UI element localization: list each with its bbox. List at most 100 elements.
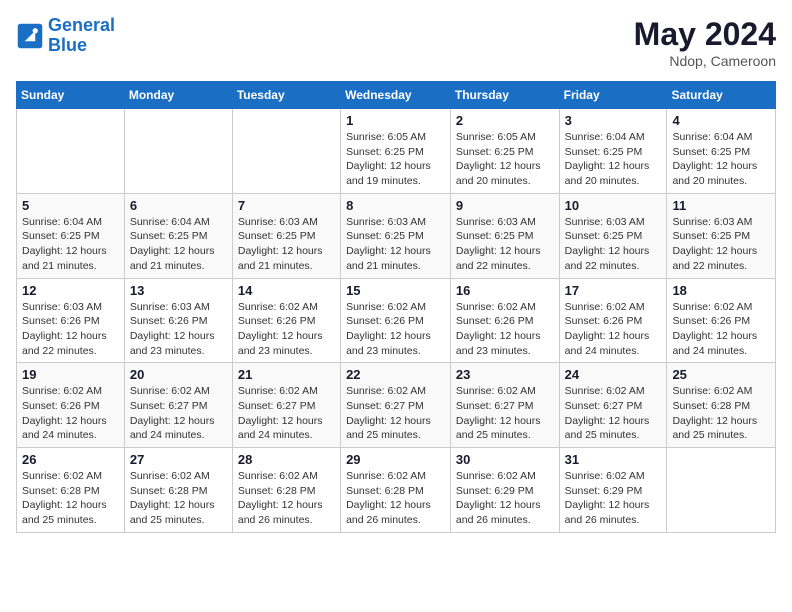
day-info: Sunrise: 6:04 AM Sunset: 6:25 PM Dayligh… xyxy=(672,130,770,189)
day-info: Sunrise: 6:05 AM Sunset: 6:25 PM Dayligh… xyxy=(456,130,554,189)
day-number: 23 xyxy=(456,367,554,382)
day-header-tuesday: Tuesday xyxy=(232,82,340,109)
day-info: Sunrise: 6:03 AM Sunset: 6:25 PM Dayligh… xyxy=(346,215,445,274)
day-number: 6 xyxy=(130,198,227,213)
calendar-cell xyxy=(124,109,232,194)
calendar-cell: 8 Sunrise: 6:03 AM Sunset: 6:25 PM Daylig… xyxy=(341,193,451,278)
calendar-cell: 11 Sunrise: 6:03 AM Sunset: 6:25 PM Dayli… xyxy=(667,193,776,278)
day-number: 29 xyxy=(346,452,445,467)
day-info: Sunrise: 6:02 AM Sunset: 6:28 PM Dayligh… xyxy=(672,384,770,443)
day-info: Sunrise: 6:02 AM Sunset: 6:28 PM Dayligh… xyxy=(130,469,227,528)
calendar-cell: 9Sunrise: 6:03 AM Sunset: 6:25 PM Daylig… xyxy=(450,193,559,278)
calendar-table: SundayMondayTuesdayWednesdayThursdayFrid… xyxy=(16,81,776,533)
day-number: 14 xyxy=(238,283,335,298)
calendar-cell: 30 Sunrise: 6:02 AM Sunset: 6:29 PM Dayli… xyxy=(450,448,559,533)
calendar-cell: 21Sunrise: 6:02 AM Sunset: 6:27 PM Dayli… xyxy=(232,363,340,448)
day-number: 7 xyxy=(238,198,335,213)
calendar-cell xyxy=(667,448,776,533)
day-info: Sunrise: 6:02 AM Sunset: 6:28 PM Dayligh… xyxy=(346,469,445,528)
calendar-cell: 5Sunrise: 6:04 AM Sunset: 6:25 PM Daylig… xyxy=(17,193,125,278)
calendar-cell xyxy=(232,109,340,194)
calendar-cell: 29 Sunrise: 6:02 AM Sunset: 6:28 PM Dayli… xyxy=(341,448,451,533)
calendar-cell: 4 Sunrise: 6:04 AM Sunset: 6:25 PM Daylig… xyxy=(667,109,776,194)
day-info: Sunrise: 6:04 AM Sunset: 6:25 PM Dayligh… xyxy=(565,130,662,189)
day-number: 16 xyxy=(456,283,554,298)
day-info: Sunrise: 6:02 AM Sunset: 6:26 PM Dayligh… xyxy=(238,300,335,359)
day-number: 17 xyxy=(565,283,662,298)
day-number: 30 xyxy=(456,452,554,467)
day-info: Sunrise: 6:02 AM Sunset: 6:29 PM Dayligh… xyxy=(565,469,662,528)
day-info: Sunrise: 6:02 AM Sunset: 6:27 PM Dayligh… xyxy=(456,384,554,443)
day-info: Sunrise: 6:03 AM Sunset: 6:25 PM Dayligh… xyxy=(672,215,770,274)
calendar-cell: 7 Sunrise: 6:03 AM Sunset: 6:25 PM Daylig… xyxy=(232,193,340,278)
calendar-week-row: 12 Sunrise: 6:03 AM Sunset: 6:26 PM Dayli… xyxy=(17,278,776,363)
calendar-cell: 14 Sunrise: 6:02 AM Sunset: 6:26 PM Dayli… xyxy=(232,278,340,363)
day-number: 27 xyxy=(130,452,227,467)
calendar-cell: 22Sunrise: 6:02 AM Sunset: 6:27 PM Dayli… xyxy=(341,363,451,448)
day-number: 2 xyxy=(456,113,554,128)
day-info: Sunrise: 6:02 AM Sunset: 6:27 PM Dayligh… xyxy=(130,384,227,443)
day-header-thursday: Thursday xyxy=(450,82,559,109)
day-info: Sunrise: 6:02 AM Sunset: 6:26 PM Dayligh… xyxy=(22,384,119,443)
day-number: 22 xyxy=(346,367,445,382)
calendar-cell: 31Sunrise: 6:02 AM Sunset: 6:29 PM Dayli… xyxy=(559,448,667,533)
day-number: 12 xyxy=(22,283,119,298)
calendar-cell: 18 Sunrise: 6:02 AM Sunset: 6:26 PM Dayli… xyxy=(667,278,776,363)
day-info: Sunrise: 6:04 AM Sunset: 6:25 PM Dayligh… xyxy=(130,215,227,274)
day-info: Sunrise: 6:03 AM Sunset: 6:25 PM Dayligh… xyxy=(456,215,554,274)
day-header-saturday: Saturday xyxy=(667,82,776,109)
day-number: 4 xyxy=(672,113,770,128)
day-number: 24 xyxy=(565,367,662,382)
calendar-week-row: 5Sunrise: 6:04 AM Sunset: 6:25 PM Daylig… xyxy=(17,193,776,278)
day-number: 1 xyxy=(346,113,445,128)
day-number: 26 xyxy=(22,452,119,467)
calendar-cell: 1 Sunrise: 6:05 AM Sunset: 6:25 PM Daylig… xyxy=(341,109,451,194)
day-info: Sunrise: 6:02 AM Sunset: 6:26 PM Dayligh… xyxy=(456,300,554,359)
day-header-friday: Friday xyxy=(559,82,667,109)
calendar-header-row: SundayMondayTuesdayWednesdayThursdayFrid… xyxy=(17,82,776,109)
day-info: Sunrise: 6:03 AM Sunset: 6:26 PM Dayligh… xyxy=(22,300,119,359)
calendar-cell: 26 Sunrise: 6:02 AM Sunset: 6:28 PM Dayli… xyxy=(17,448,125,533)
day-info: Sunrise: 6:02 AM Sunset: 6:26 PM Dayligh… xyxy=(346,300,445,359)
calendar-cell xyxy=(17,109,125,194)
calendar-week-row: 1 Sunrise: 6:05 AM Sunset: 6:25 PM Daylig… xyxy=(17,109,776,194)
day-number: 8 xyxy=(346,198,445,213)
calendar-cell: 12 Sunrise: 6:03 AM Sunset: 6:26 PM Dayli… xyxy=(17,278,125,363)
day-info: Sunrise: 6:02 AM Sunset: 6:28 PM Dayligh… xyxy=(238,469,335,528)
page-header: General Blue May 2024 Ndop, Cameroon xyxy=(16,16,776,69)
calendar-week-row: 26 Sunrise: 6:02 AM Sunset: 6:28 PM Dayli… xyxy=(17,448,776,533)
day-info: Sunrise: 6:03 AM Sunset: 6:25 PM Dayligh… xyxy=(238,215,335,274)
day-number: 19 xyxy=(22,367,119,382)
day-info: Sunrise: 6:02 AM Sunset: 6:27 PM Dayligh… xyxy=(238,384,335,443)
day-number: 11 xyxy=(672,198,770,213)
calendar-cell: 28 Sunrise: 6:02 AM Sunset: 6:28 PM Dayli… xyxy=(232,448,340,533)
calendar-cell: 20 Sunrise: 6:02 AM Sunset: 6:27 PM Dayli… xyxy=(124,363,232,448)
calendar-cell: 3 Sunrise: 6:04 AM Sunset: 6:25 PM Daylig… xyxy=(559,109,667,194)
day-info: Sunrise: 6:02 AM Sunset: 6:28 PM Dayligh… xyxy=(22,469,119,528)
logo-text: General Blue xyxy=(48,16,115,56)
month-title: May 2024 xyxy=(634,16,776,53)
day-number: 13 xyxy=(130,283,227,298)
calendar-cell: 15 Sunrise: 6:02 AM Sunset: 6:26 PM Dayli… xyxy=(341,278,451,363)
day-info: Sunrise: 6:02 AM Sunset: 6:26 PM Dayligh… xyxy=(672,300,770,359)
day-info: Sunrise: 6:02 AM Sunset: 6:29 PM Dayligh… xyxy=(456,469,554,528)
day-number: 10 xyxy=(565,198,662,213)
day-header-sunday: Sunday xyxy=(17,82,125,109)
calendar-cell: 25 Sunrise: 6:02 AM Sunset: 6:28 PM Dayli… xyxy=(667,363,776,448)
day-number: 20 xyxy=(130,367,227,382)
calendar-cell: 6 Sunrise: 6:04 AM Sunset: 6:25 PM Daylig… xyxy=(124,193,232,278)
calendar-cell: 27 Sunrise: 6:02 AM Sunset: 6:28 PM Dayli… xyxy=(124,448,232,533)
calendar-cell: 13Sunrise: 6:03 AM Sunset: 6:26 PM Dayli… xyxy=(124,278,232,363)
day-number: 3 xyxy=(565,113,662,128)
day-info: Sunrise: 6:05 AM Sunset: 6:25 PM Dayligh… xyxy=(346,130,445,189)
day-number: 15 xyxy=(346,283,445,298)
title-block: May 2024 Ndop, Cameroon xyxy=(634,16,776,69)
day-info: Sunrise: 6:04 AM Sunset: 6:25 PM Dayligh… xyxy=(22,215,119,274)
calendar-cell: 2 Sunrise: 6:05 AM Sunset: 6:25 PM Daylig… xyxy=(450,109,559,194)
day-number: 18 xyxy=(672,283,770,298)
day-number: 28 xyxy=(238,452,335,467)
day-number: 25 xyxy=(672,367,770,382)
calendar-cell: 19 Sunrise: 6:02 AM Sunset: 6:26 PM Dayli… xyxy=(17,363,125,448)
calendar-cell: 10Sunrise: 6:03 AM Sunset: 6:25 PM Dayli… xyxy=(559,193,667,278)
day-info: Sunrise: 6:02 AM Sunset: 6:27 PM Dayligh… xyxy=(565,384,662,443)
